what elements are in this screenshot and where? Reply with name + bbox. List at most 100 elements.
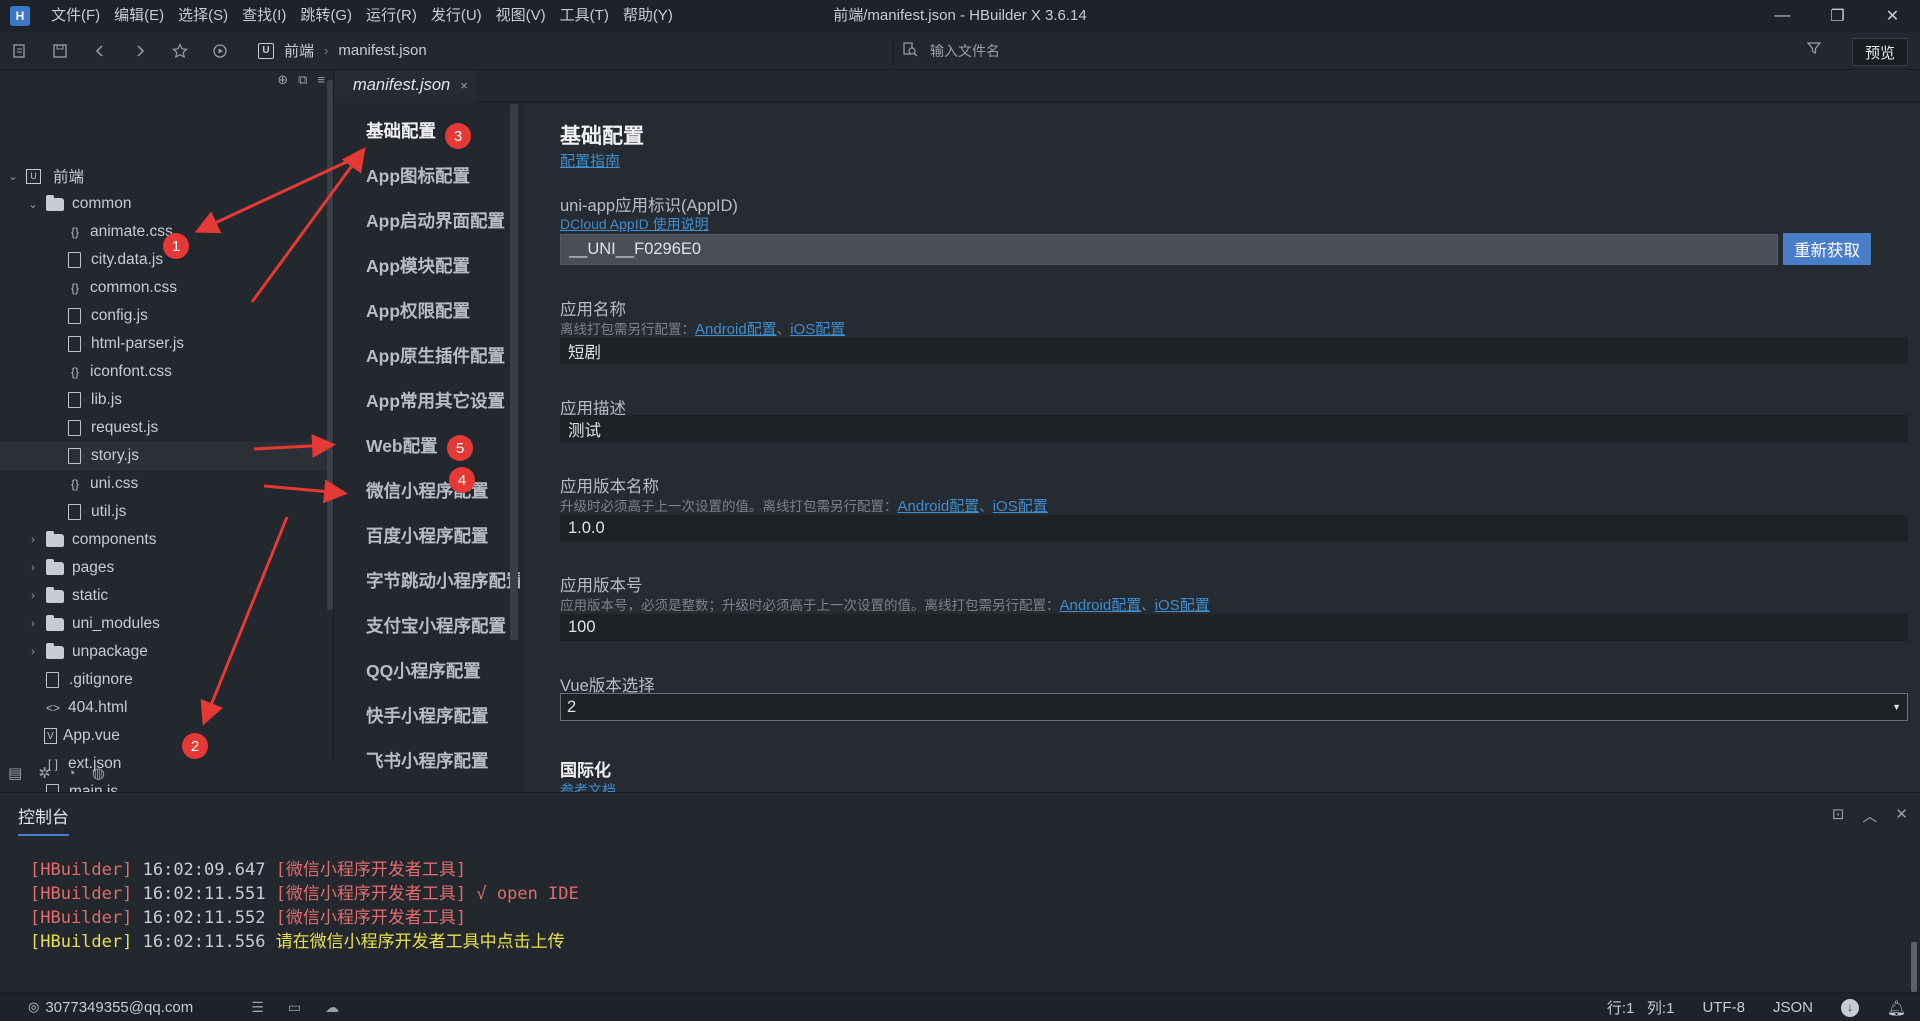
tree-file[interactable]: html-parser.js [0,330,333,358]
star-icon[interactable] [160,32,200,70]
tree-project-root[interactable]: ⌄ U 前端 [0,162,333,190]
config-nav-item[interactable]: 百度小程序配置 [366,523,489,548]
config-nav-item[interactable]: App图标配置 [366,163,470,188]
android-config-link[interactable]: Android配置 [695,321,777,338]
new-file-icon[interactable] [0,32,40,70]
version-name-field[interactable] [560,515,1908,542]
cursor-position[interactable]: 行:1 列:1 [1607,997,1675,1018]
appid-help-link[interactable]: DCloud AppID 使用说明 [560,214,709,234]
console-clear-icon[interactable]: ⊡ [1832,805,1845,826]
tab-manifest[interactable]: manifest.json × [335,70,478,102]
console-collapse-icon[interactable]: ︿ [1862,805,1877,826]
menu-run[interactable]: 运行(R) [359,0,424,32]
vue-version-select[interactable]: 2 ▼ [560,693,1908,721]
tree-file[interactable]: config.js [0,302,333,330]
explorer-menu-icon[interactable]: ≡ [317,72,325,88]
config-nav-item[interactable]: App常用其它设置 [366,388,505,413]
tree-file[interactable]: request.js [0,414,333,442]
console-scrollbar[interactable] [1911,942,1917,992]
ios-config-link[interactable]: iOS配置 [790,321,845,338]
console-tab[interactable]: 控制台 [18,803,69,836]
tree-file[interactable]: {} uni.css [0,470,333,498]
config-nav-scrollbar[interactable] [510,104,518,640]
ios-config-link[interactable]: iOS配置 [993,498,1048,515]
ios-config-link[interactable]: iOS配置 [1155,597,1210,614]
config-nav-item[interactable]: App模块配置 [366,253,470,278]
close-icon[interactable]: ✕ [1865,0,1920,32]
config-nav-item[interactable]: App原生插件配置 [366,343,505,368]
cloud-icon[interactable]: ☁ [325,999,339,1016]
tree-folder[interactable]: › static [0,582,333,610]
project-manager-icon[interactable]: ▤ [8,764,22,782]
config-nav-item[interactable]: 字节跳动小程序配置 [366,568,520,593]
tree-folder[interactable]: › pages [0,554,333,582]
user-account[interactable]: 3077349355@qq.com [45,999,193,1016]
regenerate-appid-button[interactable]: 重新获取 [1783,233,1871,265]
plugin-icon[interactable]: ◍ [92,764,105,782]
preview-button[interactable]: 预览 [1852,38,1908,66]
version-code-field[interactable] [560,614,1908,641]
terminal-icon[interactable]: ▭ [288,999,301,1016]
i18n-doc-link[interactable]: 参考文档 [560,780,616,792]
minimize-icon[interactable]: — [1755,0,1810,32]
config-nav-item[interactable]: 支付宝小程序配置 [366,613,506,638]
config-nav-item[interactable]: Web配置 [366,433,438,458]
config-nav-item[interactable]: App权限配置 [366,298,470,323]
tree-file[interactable]: {} iconfont.css [0,358,333,386]
config-nav-item[interactable]: 飞书小程序配置 [366,748,489,773]
list-icon[interactable]: ☰ [251,999,264,1016]
tree-file[interactable]: {} common.css [0,274,333,302]
source-control-icon[interactable]: ◔ [67,765,76,782]
menu-view[interactable]: 视图(V) [489,0,553,32]
tree-folder[interactable]: › unpackage [0,638,333,666]
tree-folder[interactable]: ⌄ common [0,190,333,218]
tab-close-icon[interactable]: × [460,78,468,93]
config-content: 基础配置 配置指南 uni-app应用标识(AppID) DCloud AppI… [522,104,1920,792]
tree-file[interactable]: V App.vue [0,722,333,750]
filter-icon[interactable] [1806,40,1822,60]
app-desc-field[interactable] [560,415,1908,442]
app-name-field[interactable] [560,337,1908,364]
tree-file[interactable]: .gitignore [0,666,333,694]
breadcrumb-project[interactable]: 前端 [284,40,314,61]
config-nav-item[interactable]: QQ小程序配置 [366,658,481,683]
file-search-input[interactable] [930,43,1530,59]
maximize-icon[interactable]: ❐ [1810,0,1865,32]
config-guide-link[interactable]: 配置指南 [560,150,620,171]
config-nav-item[interactable]: 快手小程序配置 [366,703,489,728]
save-icon[interactable] [40,32,80,70]
menu-goto[interactable]: 跳转(G) [293,0,359,32]
run-icon[interactable] [200,32,240,70]
tree-file[interactable]: <> 404.html [0,694,333,722]
android-config-link[interactable]: Android配置 [1060,597,1142,614]
debug-icon[interactable]: ✲ [38,764,51,782]
breadcrumb-file[interactable]: manifest.json [338,42,426,59]
tree-file[interactable]: util.js [0,498,333,526]
collapse-all-icon[interactable]: ⧉ [298,72,307,88]
menu-select[interactable]: 选择(S) [171,0,235,32]
language-mode[interactable]: JSON [1773,999,1813,1016]
menu-help[interactable]: 帮助(Y) [616,0,680,32]
menu-publish[interactable]: 发行(U) [424,0,489,32]
menu-tools[interactable]: 工具(T) [553,0,616,32]
menu-edit[interactable]: 编辑(E) [107,0,171,32]
back-icon[interactable] [80,32,120,70]
tree-file[interactable]: story.js [0,442,333,470]
appid-field[interactable] [560,234,1778,265]
tree-folder[interactable]: › uni_modules [0,610,333,638]
android-config-link[interactable]: Android配置 [898,498,980,515]
download-icon[interactable]: ↓ [1840,998,1859,1017]
encoding[interactable]: UTF-8 [1702,999,1745,1016]
forward-icon[interactable] [120,32,160,70]
chevron-right-icon: › [31,646,35,658]
config-nav-item[interactable]: App启动界面配置 [366,208,505,233]
config-nav-item[interactable]: 基础配置 [366,118,436,143]
tree-file[interactable]: lib.js [0,386,333,414]
console-close-icon[interactable]: ✕ [1895,805,1908,826]
menu-find[interactable]: 查找(I) [235,0,293,32]
menu-file[interactable]: 文件(F) [44,0,107,32]
locate-icon[interactable]: ⊕ [277,72,288,88]
bell-icon[interactable]: 🔔︎ [1887,999,1906,1017]
explorer-scrollbar[interactable] [327,80,333,610]
tree-folder[interactable]: › components [0,526,333,554]
